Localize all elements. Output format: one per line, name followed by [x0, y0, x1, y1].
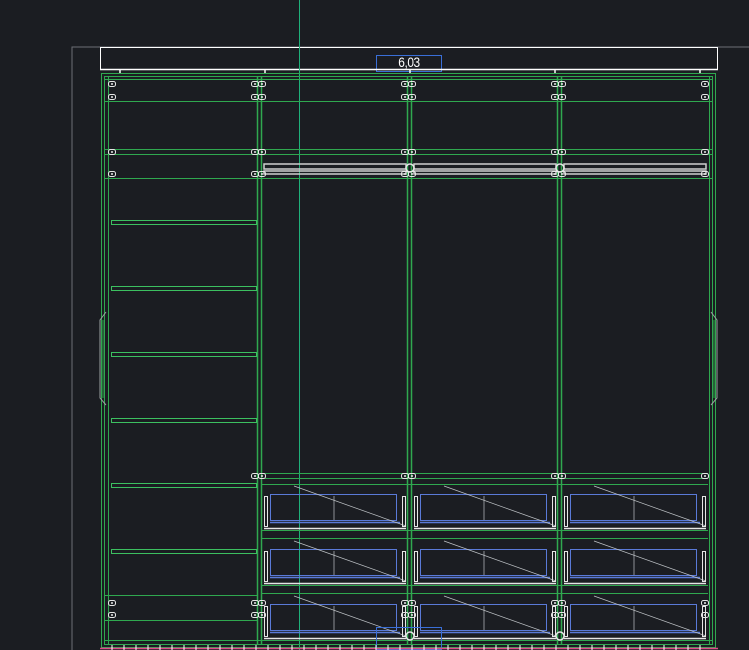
- drawer: [564, 485, 707, 530]
- connector-fitting: [108, 94, 116, 100]
- connector-fitting: [701, 94, 709, 100]
- drawer: [564, 595, 707, 640]
- wardrobe-elevation-drawing: [71, 0, 749, 650]
- connector-fitting: [701, 149, 709, 155]
- door-handles: [99, 311, 718, 406]
- connector-fitting: [701, 81, 709, 87]
- connector-fitting: [108, 81, 116, 87]
- dimension-label: 6,03: [398, 54, 420, 70]
- drawer: [414, 485, 557, 530]
- drawer: [264, 595, 407, 640]
- drawer: [414, 540, 557, 585]
- connector-fitting: [108, 171, 116, 177]
- connector-fitting: [701, 600, 709, 606]
- cad-viewport[interactable]: 6,03: [0, 0, 749, 650]
- drawer: [414, 595, 557, 640]
- drawer: [264, 540, 407, 585]
- connector-fitting: [108, 612, 116, 618]
- partitions: [256, 76, 563, 644]
- connector-fitting: [108, 149, 116, 155]
- connector-fitting: [701, 473, 709, 479]
- wardrobe-carcass: [101, 73, 716, 648]
- left-shelves: [111, 220, 257, 554]
- sheet-border: [71, 46, 749, 650]
- connector-fitting: [108, 600, 116, 606]
- hardware-connectors: [108, 81, 709, 641]
- hanging-rails: [263, 163, 707, 175]
- drawer: [264, 485, 407, 530]
- drawer: [564, 540, 707, 585]
- drawers: [264, 485, 707, 640]
